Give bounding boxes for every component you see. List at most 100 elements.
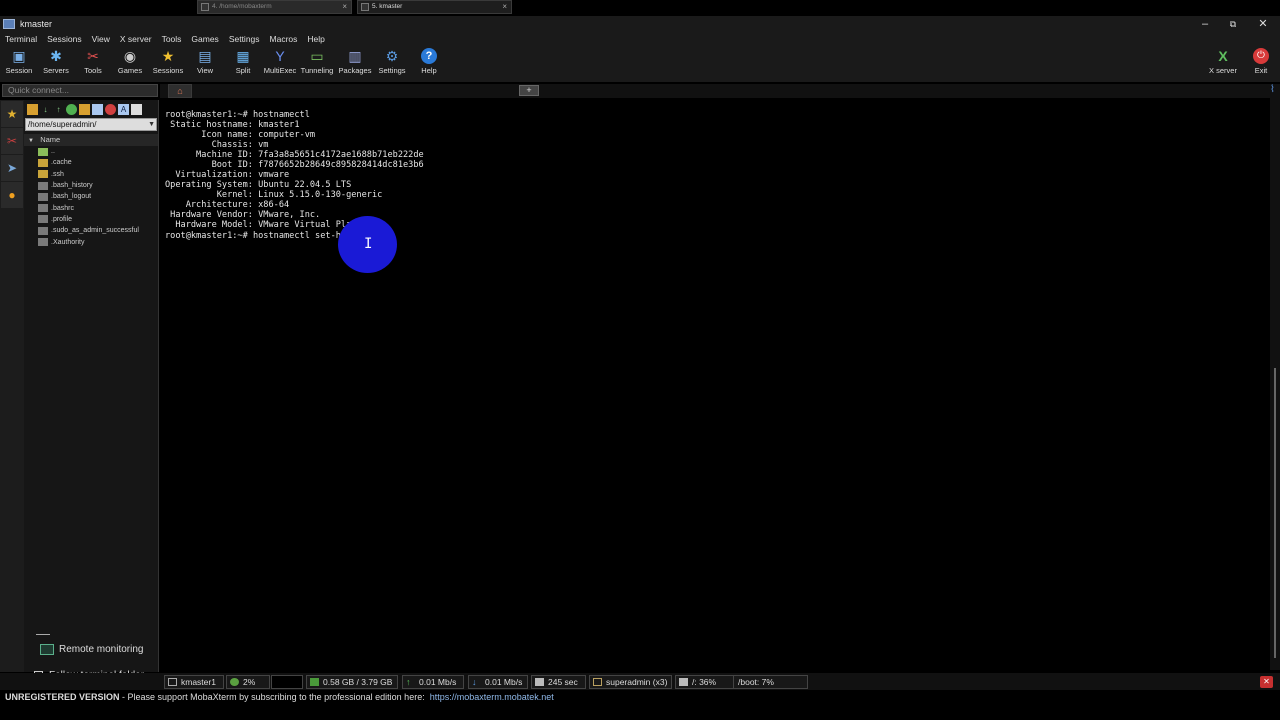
packages-icon: ▥ (348, 48, 362, 64)
list-item[interactable]: .cache (24, 157, 158, 168)
minimize-button[interactable]: – (1190, 16, 1220, 32)
attachment-icon[interactable]: ⌇ (1270, 84, 1275, 95)
support-message: - Please support MobaXterm by subscribin… (119, 692, 425, 702)
menu-help[interactable]: Help (302, 34, 329, 44)
file-name: .bashrc (51, 204, 74, 212)
cpu-graph (271, 675, 303, 689)
close-tab-icon[interactable]: × (502, 1, 507, 13)
view-toggle-icon[interactable] (131, 103, 142, 115)
quick-connect-input[interactable]: Quick connect... (2, 84, 158, 97)
tab-kmaster[interactable]: 5. kmaster × (357, 0, 512, 14)
status-host-value: kmaster1 (181, 677, 216, 687)
delete-icon[interactable] (105, 103, 116, 115)
star-icon: ★ (161, 48, 175, 64)
close-tab-icon[interactable]: × (342, 1, 347, 13)
download-arrow-icon: ↓ (472, 677, 477, 687)
menu-settings[interactable]: Settings (224, 34, 265, 44)
power-icon: ⏻ (1253, 48, 1269, 64)
terminal-line: Static hostname: kmaster1 (165, 120, 300, 130)
file-name: .ssh (51, 170, 64, 178)
new-file-icon[interactable] (92, 103, 103, 115)
terminal-line: Virtualization: vmware (165, 170, 290, 180)
close-status-icon[interactable]: ✕ (1260, 676, 1273, 688)
window-title: kmaster (20, 19, 53, 29)
help-button[interactable]: ? Help (410, 46, 448, 80)
new-tab-button[interactable]: + (519, 85, 539, 96)
file-name: .profile (51, 215, 73, 223)
packages-button[interactable]: ▥ Packages (336, 46, 374, 80)
menu-games[interactable]: Games (186, 34, 223, 44)
split-button[interactable]: ▦ Split (224, 46, 262, 80)
menu-macros[interactable]: Macros (265, 34, 303, 44)
list-item[interactable]: .bashrc (24, 202, 158, 213)
status-disk-root-value: /: 36% (692, 677, 717, 687)
settings-button[interactable]: ⚙ Settings (373, 46, 411, 80)
view-button[interactable]: ▤ View (186, 46, 224, 80)
list-item[interactable]: .sudo_as_admin_successful (24, 225, 158, 236)
terminal-icon (361, 3, 369, 11)
terminal-line: Hardware Vendor: VMware, Inc. (165, 210, 321, 220)
refresh-icon[interactable] (66, 103, 77, 115)
split-icon: ▦ (236, 48, 250, 64)
new-folder-icon[interactable] (79, 103, 90, 115)
restore-button[interactable]: ⧉ (1218, 16, 1248, 32)
path-select[interactable]: /home/superadmin/ ▼ (25, 118, 157, 131)
status-disk-root: /: 36% (675, 675, 734, 689)
view-icon: ▤ (198, 48, 212, 64)
monitor-icon (40, 644, 54, 655)
letterbox-bottom (0, 704, 1280, 720)
tools-side-icon[interactable]: ✂ (1, 128, 23, 154)
tunneling-button[interactable]: ▭ Tunneling (298, 46, 336, 80)
gear-icon: ⚙ (385, 48, 399, 64)
sftp-send-icon[interactable]: ➤ (1, 155, 23, 181)
xserver-button[interactable]: X X server (1204, 46, 1242, 80)
terminal-scrollbar[interactable]: ⌇ (1270, 84, 1280, 670)
file-icon (38, 226, 48, 235)
subscribe-link[interactable]: https://mobaxterm.mobatek.net (430, 692, 554, 702)
download-icon[interactable]: ↓ (40, 104, 51, 115)
column-label: Name (40, 135, 61, 144)
menu-xserver[interactable]: X server (115, 34, 157, 44)
list-item[interactable]: .bash_history (24, 180, 158, 191)
folder-icon (38, 170, 48, 179)
status-memory: 0.58 GB / 3.79 GB (306, 675, 398, 689)
file-name: .Xauthority (51, 238, 85, 246)
macros-icon[interactable]: ● (1, 182, 23, 208)
folder-up-icon[interactable] (27, 103, 38, 115)
list-item[interactable]: .. (24, 146, 158, 157)
status-uptime-value: 245 sec (548, 677, 578, 687)
menu-tools[interactable]: Tools (157, 34, 187, 44)
remote-monitoring-button[interactable]: Remote monitoring (40, 644, 143, 655)
close-window-button[interactable]: ✕ (1248, 16, 1278, 32)
terminal-line: Boot ID: f7876652b28649c895828414dc81e3b… (165, 160, 424, 170)
status-disk-boot: /boot: 7% (733, 675, 808, 689)
menu-sessions[interactable]: Sessions (42, 34, 87, 44)
menu-bar: Terminal Sessions View X server Tools Ga… (0, 32, 1280, 46)
home-tab[interactable]: ⌂ (168, 84, 192, 98)
list-item[interactable]: .bash_logout (24, 191, 158, 202)
rename-icon[interactable]: A (118, 103, 129, 115)
upload-icon[interactable]: ↑ (53, 104, 64, 115)
tools-icon: ✂ (87, 48, 99, 64)
session-button[interactable]: ▣ Session (0, 46, 38, 80)
name-column-header[interactable]: ▼ Name (24, 134, 158, 146)
multiexec-button[interactable]: Y MultiExec (261, 46, 299, 80)
tab-mobaxterm[interactable]: 4. /home/mobaxterm × (197, 0, 352, 14)
tools-button[interactable]: ✂ Tools (74, 46, 112, 80)
terminal-line: Operating System: Ubuntu 22.04.5 LTS (165, 180, 352, 190)
list-item[interactable]: .Xauthority (24, 236, 158, 247)
terminal-area[interactable]: root@kmaster1:~# hostnamectl Static host… (160, 98, 1270, 670)
servers-button[interactable]: ✱ Servers (37, 46, 75, 80)
list-item[interactable]: .ssh (24, 169, 158, 180)
list-item[interactable]: .profile (24, 214, 158, 225)
exit-button[interactable]: ⏻ Exit (1242, 46, 1280, 80)
games-button[interactable]: ◉ Games (111, 46, 149, 80)
unregistered-label: UNREGISTERED VERSION (5, 692, 120, 702)
favorites-star-icon[interactable]: ★ (1, 101, 23, 127)
scrollbar-thumb[interactable] (1274, 368, 1276, 658)
menu-view[interactable]: View (87, 34, 115, 44)
status-memory-value: 0.58 GB / 3.79 GB (323, 677, 393, 687)
file-name: .cache (51, 159, 72, 167)
sessions-button[interactable]: ★ Sessions (149, 46, 187, 80)
menu-terminal[interactable]: Terminal (0, 34, 42, 44)
